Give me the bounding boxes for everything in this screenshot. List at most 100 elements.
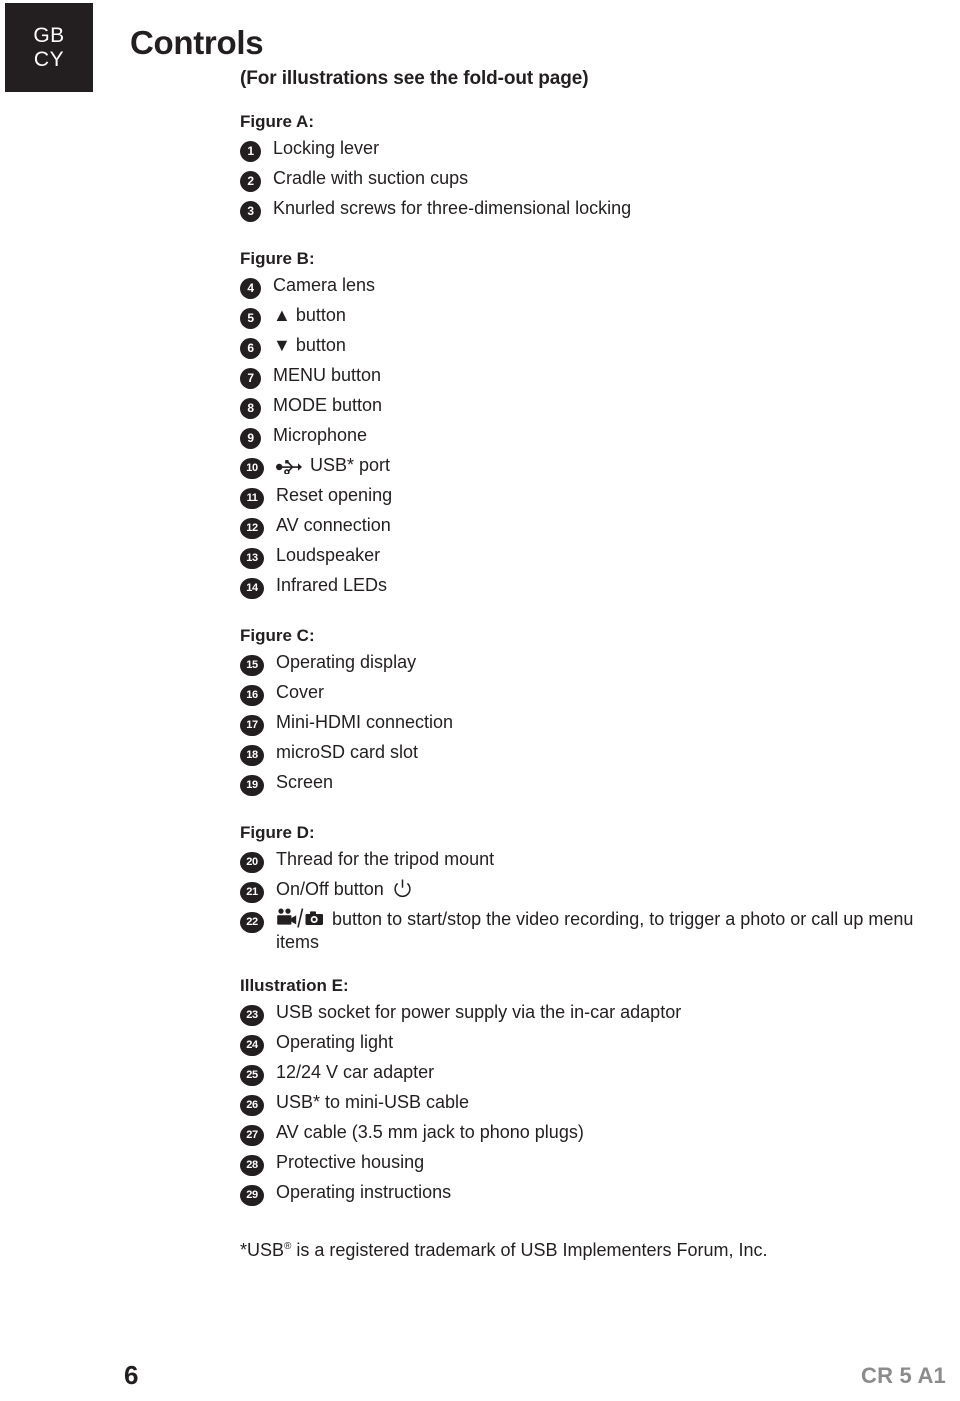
item-number-badge: 1: [240, 141, 261, 162]
section-heading-figure-d: Figure D:: [240, 823, 315, 842]
item-number-badge: 21: [240, 882, 264, 903]
item-number-badge: 28: [240, 1154, 264, 1176]
item-number-badge: 27: [240, 1124, 264, 1146]
list-item: 18 microSD card slot: [240, 741, 940, 766]
item-label: Infrared LEDs: [276, 575, 388, 595]
item-number-badge: 11: [240, 488, 264, 509]
list-item: 3 Knurled screws for three-dimensional l…: [240, 197, 940, 222]
list-item: 21 On/Off button: [240, 878, 940, 903]
footnote-prefix: *USB: [240, 1239, 285, 1260]
item-label: Microphone: [273, 425, 368, 445]
item-number-badge: 19: [240, 775, 264, 796]
list-item: 24 Operating light: [240, 1031, 940, 1056]
item-number-badge: 29: [240, 1184, 264, 1206]
model-identifier: CR 5 A1: [861, 1363, 946, 1388]
item-number-badge: 5: [240, 308, 261, 329]
list-item: 8 MODE button: [240, 394, 940, 419]
language-badge-line-1: GB: [33, 23, 65, 47]
item-number-badge: 20: [240, 852, 264, 873]
item-label: On/Off button: [276, 879, 384, 899]
item-list-figure-a: 1 Locking lever 2 Cradle with suction cu…: [240, 137, 940, 222]
list-item: 14 Infrared LEDs: [240, 574, 940, 599]
item-number-badge: 26: [240, 1094, 264, 1116]
item-label: Loudspeaker: [276, 545, 381, 565]
list-item: 9 Microphone: [240, 424, 940, 449]
item-label: button to start/stop the video recording…: [276, 909, 914, 953]
item-number-badge: 15: [240, 655, 264, 676]
list-item: 20 Thread for the tripod mount: [240, 848, 940, 873]
list-item: 1 Locking lever: [240, 137, 940, 162]
section-heading-figure-a: Figure A:: [240, 112, 314, 131]
list-item: 29 Operating instructions: [240, 1181, 940, 1206]
item-label: Thread for the tripod mount: [276, 849, 495, 869]
item-number-badge: 18: [240, 745, 264, 766]
language-badge-line-2: CY: [33, 47, 65, 71]
subtitle: (For illustrations see the fold-out page…: [240, 68, 589, 89]
item-number-badge: 10: [240, 458, 264, 479]
item-label: Knurled screws for three-dimensional loc…: [273, 198, 632, 218]
item-number-badge: 12: [240, 518, 264, 539]
item-label-with-icon: On/Off button: [276, 878, 940, 901]
item-label-with-icon: button to start/stop the video recording…: [276, 908, 940, 955]
item-number-badge: 25: [240, 1064, 264, 1086]
list-item: 26 USB* to mini-USB cable: [240, 1091, 940, 1116]
item-number-badge: 3: [240, 201, 261, 222]
item-label: Camera lens: [273, 275, 376, 295]
item-list-figure-c: 15 Operating display 16 Cover 17 Mini-HD…: [240, 651, 940, 796]
item-label: Locking lever: [273, 138, 380, 158]
list-item: 10 USB* port: [240, 454, 940, 479]
list-item: 27 AV cable (3.5 mm jack to phono plugs): [240, 1121, 940, 1146]
item-label: Mini-HDMI connection: [276, 712, 454, 732]
section-heading-illustration-e: Illustration E:: [240, 975, 349, 995]
item-label: ▲ button: [273, 305, 346, 325]
list-item: 25 12/24 V car adapter: [240, 1061, 940, 1086]
usb-icon: [276, 460, 302, 474]
item-label: MODE button: [273, 395, 383, 415]
item-number-badge: 24: [240, 1034, 264, 1056]
content-column: (For illustrations see the fold-out page…: [240, 68, 940, 1279]
item-label: Cradle with suction cups: [273, 168, 469, 188]
list-item: 6 ▼ button: [240, 334, 940, 359]
item-list-figure-b: 4 Camera lens 5 ▲ button 6 ▼ button 7 ME…: [240, 274, 940, 599]
item-number-badge: 6: [240, 338, 261, 359]
item-label: AV connection: [276, 515, 391, 535]
item-label: Operating instructions: [276, 1181, 452, 1202]
item-number-badge: 23: [240, 1004, 264, 1026]
item-number-badge: 9: [240, 428, 261, 449]
item-number-badge: 17: [240, 715, 264, 736]
item-label: USB socket for power supply via the in-c…: [276, 1001, 682, 1022]
trademark-footnote: *USB® is a registered trademark of USB I…: [240, 1240, 940, 1261]
page-title: Controls: [130, 24, 264, 62]
item-label: Protective housing: [276, 1151, 425, 1172]
power-icon: [393, 879, 412, 899]
list-item: 7 MENU button: [240, 364, 940, 389]
item-label-with-icon: USB* port: [276, 454, 940, 477]
list-item: 23 USB socket for power supply via the i…: [240, 1001, 940, 1026]
list-item: 22 button to start/stop the video record…: [240, 908, 940, 955]
item-number-badge: 4: [240, 278, 261, 299]
list-item: 12 AV connection: [240, 514, 940, 539]
section-heading-figure-c: Figure C:: [240, 626, 315, 645]
list-item: 11 Reset opening: [240, 484, 940, 509]
item-number-badge: 8: [240, 398, 261, 419]
list-item: 5 ▲ button: [240, 304, 940, 329]
section-heading-figure-b: Figure B:: [240, 249, 315, 268]
list-item: 13 Loudspeaker: [240, 544, 940, 569]
item-number-badge: 22: [240, 912, 264, 933]
item-label: Screen: [276, 772, 334, 792]
item-label: MENU button: [273, 365, 382, 385]
item-label: Operating light: [276, 1031, 394, 1052]
item-label: ▼ button: [273, 335, 346, 355]
list-item: 15 Operating display: [240, 651, 940, 676]
list-item: 28 Protective housing: [240, 1151, 940, 1176]
list-item: 19 Screen: [240, 771, 940, 796]
list-item: 16 Cover: [240, 681, 940, 706]
item-label: AV cable (3.5 mm jack to phono plugs): [276, 1121, 584, 1142]
item-label: Operating display: [276, 652, 417, 672]
footnote-suffix: is a registered trademark of USB Impleme…: [291, 1239, 768, 1260]
item-label: USB* to mini-USB cable: [276, 1091, 470, 1112]
list-item: 17 Mini-HDMI connection: [240, 711, 940, 736]
item-list-illustration-e: 23 USB socket for power supply via the i…: [240, 1001, 940, 1206]
item-number-badge: 14: [240, 578, 264, 599]
item-number-badge: 16: [240, 685, 264, 706]
